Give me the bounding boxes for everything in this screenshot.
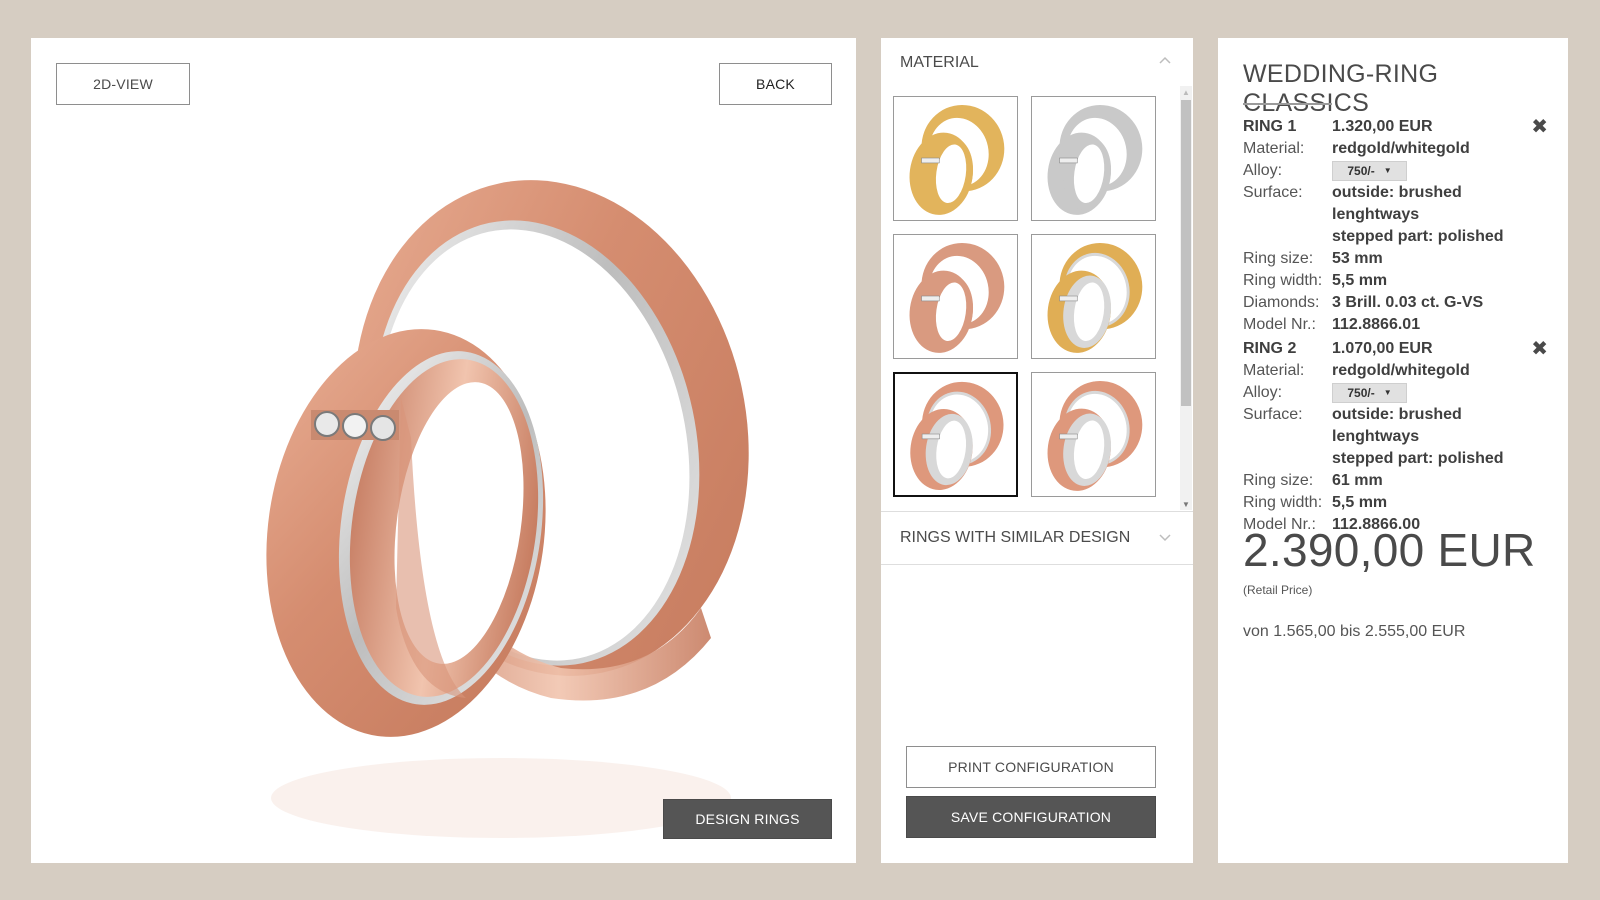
alloy-label: Alloy: [1243,162,1283,179]
material-thumbnail-redgold[interactable] [893,234,1018,359]
ring-1-model: 112.8866.01 [1332,316,1421,333]
surface-label: Surface: [1243,406,1303,423]
ring-2-name: RING 2 [1243,340,1297,357]
ring-1-alloy-value: 750/- [1347,164,1375,178]
material-panel: MATERIAL ▲ ▼ RINGS WITH SIMILAR DESIGN P… [881,38,1193,863]
diamond-row [311,410,399,441]
ring-1-width: 5,5 mm [1332,272,1388,289]
design-rings-button[interactable]: DESIGN RINGS [663,799,832,839]
ring-thumbnail-image [909,104,1005,215]
scroll-down-arrow-icon[interactable]: ▼ [1180,498,1192,510]
ring-2-size: 61 mm [1332,472,1383,489]
material-thumbnail-whitegold[interactable] [1031,96,1156,221]
ring-1-details: ✖ RING 1 1.320,00 EUR Material: redgold/wh… [1243,116,1548,336]
ring-thumbnail-image [1047,242,1143,353]
scrollbar-thumb[interactable] [1181,100,1191,406]
ring-2-alloy-value: 750/- [1347,386,1375,400]
ring-1-surface-stepped: stepped part: polished [1332,228,1504,245]
ring-2-width: 5,5 mm [1332,494,1388,511]
retail-price-note: (Retail Price) [1243,583,1313,597]
ring-size-label: Ring size: [1243,250,1314,267]
chevron-up-icon [1159,56,1171,64]
ring-1-price: 1.320,00 EUR [1332,118,1433,135]
ring-1-diamonds: 3 Brill. 0.03 ct. G-VS [1332,294,1484,311]
material-thumbnail-yellowgold[interactable] [893,96,1018,221]
ring-1-alloy-select[interactable]: 750/- ▼ [1332,161,1407,181]
diamonds-label: Diamonds: [1243,294,1320,311]
ring-thumbnail-image [909,242,1005,353]
title-divider [1243,103,1332,105]
material-label: Material: [1243,362,1305,379]
remove-ring-1-close-icon[interactable]: ✖ [1531,116,1548,138]
price-range: von 1.565,00 bis 2.555,00 EUR [1243,623,1466,640]
2d-view-button[interactable]: 2D-VIEW [56,63,190,105]
material-thumbnail-redgold-whitegold-2[interactable] [1031,372,1156,497]
material-accordion-header[interactable]: MATERIAL [881,38,1193,88]
surface-label: Surface: [1243,184,1303,201]
alloy-label: Alloy: [1243,384,1283,401]
ring-2-surface-stepped: stepped part: polished [1332,450,1504,467]
summary-title: WEDDING-RING CLASSICS [1243,60,1439,117]
ring-pair-image[interactable] [231,138,791,838]
ring-1-surface-outside: outside: brushed lenghtways [1332,184,1462,223]
back-button[interactable]: BACK [719,63,832,105]
save-configuration-button[interactable]: SAVE CONFIGURATION [906,796,1156,838]
ring-width-label: Ring width: [1243,272,1323,289]
print-configuration-button[interactable]: PRINT CONFIGURATION [906,746,1156,788]
configuration-summary-panel: WEDDING-RING CLASSICS ✖ RING 1 1.320,00 E… [1218,38,1568,863]
ring-2-price: 1.070,00 EUR [1332,340,1433,357]
ring-2-material: redgold/whitegold [1332,362,1470,379]
ring-viewer-panel: 2D-VIEW BACK DESIGN RINGS [31,38,856,863]
ring-thumbnail-image [1047,380,1143,491]
ring-1-name: RING 1 [1243,118,1297,135]
similar-header-label: RINGS WITH SIMILAR DESIGN [900,529,1131,546]
ring-reflection [271,758,731,838]
ring-size-label: Ring size: [1243,472,1314,489]
material-thumbnail-yellowgold-whitegold[interactable] [1031,234,1156,359]
ring-1-size: 53 mm [1332,250,1383,267]
chevron-down-icon [1159,534,1171,542]
ring-thumbnail-image [1047,104,1143,215]
ring-thumbnail-image [910,381,1004,490]
thumbnail-scrollbar[interactable]: ▲ ▼ [1180,86,1192,510]
dropdown-arrow-icon: ▼ [1383,388,1392,397]
ring-2-details: ✖ RING 2 1.070,00 EUR Material: redgold/wh… [1243,338,1548,536]
material-thumbnail-redgold-whitegold[interactable] [893,372,1018,497]
material-label: Material: [1243,140,1305,157]
total-price: 2.390,00 EUR [1243,524,1536,576]
similar-design-accordion-header[interactable]: RINGS WITH SIMILAR DESIGN [881,511,1193,565]
dropdown-arrow-icon: ▼ [1383,166,1392,175]
model-label: Model Nr.: [1243,316,1316,333]
remove-ring-2-close-icon[interactable]: ✖ [1531,338,1548,360]
material-thumbnail-grid [893,96,1176,510]
ring-1-material: redgold/whitegold [1332,140,1470,157]
material-header-label: MATERIAL [900,54,979,71]
ring-2-surface-outside: outside: brushed lenghtways [1332,406,1462,445]
ring-2-alloy-select[interactable]: 750/- ▼ [1332,383,1407,403]
scroll-up-arrow-icon[interactable]: ▲ [1180,86,1192,98]
ring-width-label: Ring width: [1243,494,1323,511]
